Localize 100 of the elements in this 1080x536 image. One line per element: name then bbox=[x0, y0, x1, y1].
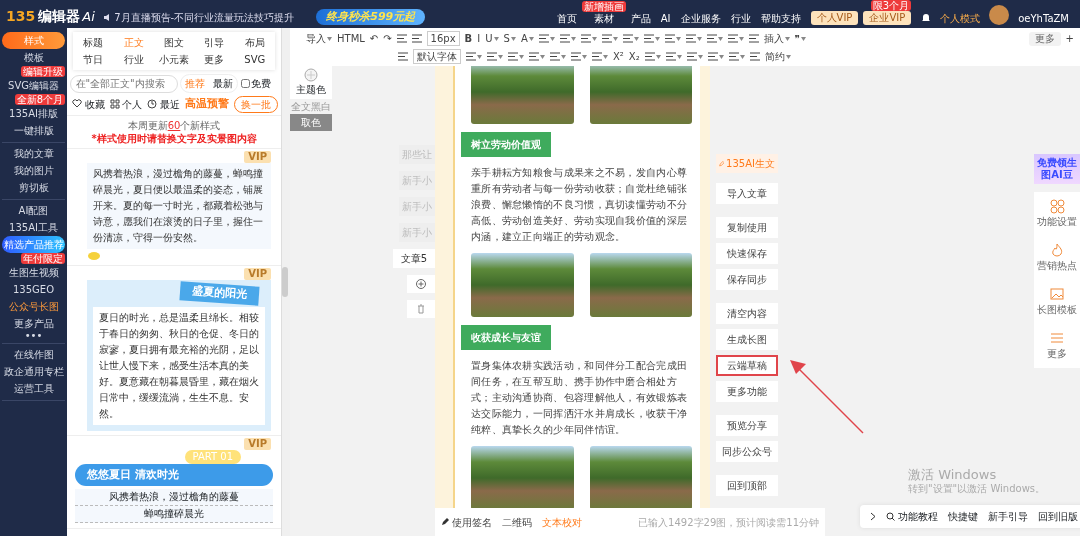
more-button[interactable]: 更多 bbox=[1028, 31, 1061, 46]
format-icon[interactable] bbox=[550, 52, 560, 61]
side-label[interactable]: 更多 bbox=[1047, 346, 1067, 361]
toolbar-button[interactable]: X² bbox=[613, 49, 624, 64]
action-button[interactable]: 导入文章 bbox=[716, 183, 778, 204]
style-card[interactable]: VIP 风携着热浪，漫过檐角的藤蔓，蝉鸣撞碎晨光，夏日便以最温柔的姿态，铺展开来。夏的每一寸时光，都藏着松弛与诗意，愿我们在滚烫的日子里，握住一份清凉，守得一份安然。 bbox=[67, 149, 281, 266]
nav-link[interactable]: 帮助支持 bbox=[755, 12, 806, 25]
nav-link[interactable]: 素材 bbox=[588, 12, 619, 25]
nav-link[interactable]: 产品 bbox=[625, 12, 656, 25]
vip-button[interactable]: 企业VIP bbox=[863, 11, 912, 25]
nav-item[interactable]: 135AI工具 bbox=[2, 219, 65, 236]
format-icon[interactable] bbox=[466, 52, 476, 61]
vip-button[interactable]: 个人VIP bbox=[810, 11, 859, 25]
toolbar-button[interactable]: B bbox=[464, 31, 473, 46]
toolbar-button[interactable]: U bbox=[485, 31, 493, 46]
nav-item[interactable]: SVG编辑器 bbox=[2, 77, 65, 94]
format-icon[interactable] bbox=[728, 52, 739, 61]
category-tab[interactable]: 引导 bbox=[194, 34, 235, 51]
nav-link[interactable]: 行业 bbox=[725, 12, 756, 25]
caret-icon[interactable] bbox=[801, 36, 807, 41]
caret-icon[interactable] bbox=[655, 54, 661, 59]
collapse-handle[interactable] bbox=[282, 267, 288, 297]
username[interactable]: oeYhTaZM bbox=[1013, 12, 1074, 25]
caret-icon[interactable] bbox=[784, 36, 790, 41]
toolbar-button[interactable]: ↷ bbox=[383, 31, 392, 46]
format-icon[interactable] bbox=[685, 34, 696, 43]
caret-icon[interactable] bbox=[498, 54, 503, 59]
format-icon[interactable] bbox=[508, 52, 518, 61]
toolbar-button[interactable]: X₂ bbox=[628, 49, 640, 64]
filter-link[interactable]: 收藏 bbox=[84, 96, 105, 112]
format-icon[interactable] bbox=[571, 52, 581, 61]
caret-icon[interactable] bbox=[327, 36, 332, 41]
nav-item[interactable]: 政企通用专栏 bbox=[2, 363, 65, 380]
format-icon[interactable] bbox=[559, 34, 570, 43]
format-icon[interactable] bbox=[749, 52, 760, 61]
caret-icon[interactable] bbox=[654, 36, 660, 41]
caret-icon[interactable] bbox=[582, 54, 587, 59]
format-icon[interactable] bbox=[644, 52, 655, 61]
side-label[interactable]: 营销热点 bbox=[1037, 258, 1077, 273]
format-icon[interactable] bbox=[707, 52, 718, 61]
nav-item[interactable]: 剪切板 bbox=[2, 179, 65, 196]
action-button[interactable]: 同步公众号 bbox=[716, 441, 778, 462]
format-icon[interactable] bbox=[592, 52, 602, 61]
color-picker-button[interactable]: 取色 bbox=[290, 114, 332, 131]
nav-item[interactable]: 模板 bbox=[2, 49, 65, 66]
nav-item[interactable]: 一键排版 bbox=[2, 122, 65, 139]
caret-icon[interactable] bbox=[561, 54, 566, 59]
caret-icon[interactable] bbox=[697, 54, 703, 59]
side-label[interactable]: 长图模板 bbox=[1037, 302, 1077, 317]
format-icon[interactable] bbox=[664, 34, 675, 43]
category-tab[interactable]: 更多 bbox=[194, 51, 235, 68]
toolbar-button[interactable]: S bbox=[503, 31, 510, 46]
help-link[interactable]: 快捷键 bbox=[947, 509, 978, 524]
format-icon[interactable] bbox=[580, 34, 591, 43]
caret-icon[interactable] bbox=[603, 54, 608, 59]
category-tab[interactable]: 小元素 bbox=[153, 51, 195, 68]
nav-item[interactable]: 135GEO bbox=[2, 281, 65, 298]
caret-icon[interactable] bbox=[510, 36, 516, 41]
action-button[interactable]: 生成长图 bbox=[716, 329, 778, 350]
caret-icon[interactable] bbox=[675, 36, 681, 41]
article-tab[interactable]: 文章5 bbox=[392, 249, 435, 268]
category-tab[interactable]: SVG bbox=[234, 51, 275, 68]
help-link[interactable]: 功能教程 bbox=[897, 509, 938, 524]
nav-link[interactable]: 首页 bbox=[551, 12, 582, 25]
category-tab[interactable]: 标题 bbox=[73, 34, 114, 51]
add-button[interactable]: + bbox=[1065, 31, 1074, 46]
action-button[interactable]: 保存同步 bbox=[716, 269, 778, 290]
action-button[interactable]: 复制使用 bbox=[716, 217, 778, 238]
action-button[interactable]: 云端草稿 bbox=[716, 355, 778, 376]
caret-icon[interactable] bbox=[718, 54, 724, 59]
toolbar-button[interactable]: I bbox=[477, 31, 481, 46]
caret-icon[interactable] bbox=[477, 54, 482, 59]
caret-icon[interactable] bbox=[633, 36, 639, 41]
format-icon[interactable] bbox=[538, 34, 549, 43]
search-field[interactable]: 在"全部正文"内搜索 bbox=[69, 74, 178, 93]
action-button[interactable]: 回到顶部 bbox=[716, 475, 778, 496]
caret-icon[interactable] bbox=[785, 54, 791, 59]
toolbar-button[interactable]: ↶ bbox=[369, 31, 379, 46]
action-button[interactable]: 预览分享 bbox=[716, 415, 778, 436]
nav-item[interactable]: 在线作图 bbox=[2, 346, 65, 363]
caret-icon[interactable] bbox=[612, 36, 618, 41]
chevron-icon[interactable] bbox=[870, 512, 876, 521]
announcement-link[interactable]: 7月直播预告-不同行业流量玩法技巧提升 bbox=[114, 10, 295, 25]
toolbar-button[interactable]: A bbox=[520, 31, 528, 46]
nav-item[interactable]: 生图生视频 bbox=[2, 264, 65, 281]
promo-card[interactable]: 免费领生图AI豆 bbox=[1034, 154, 1080, 184]
format-icon[interactable] bbox=[665, 52, 676, 61]
category-tab[interactable]: 行业 bbox=[113, 51, 154, 68]
action-button[interactable]: 更多功能 bbox=[716, 381, 778, 402]
nav-link[interactable]: 企业服务 bbox=[675, 12, 726, 25]
signature-link[interactable]: 使用签名 bbox=[451, 514, 492, 530]
format-icon[interactable] bbox=[622, 34, 633, 43]
help-link[interactable]: 新手引导 bbox=[987, 509, 1028, 524]
toolbar-button[interactable]: 插入 bbox=[763, 31, 784, 46]
add-article-button[interactable] bbox=[407, 275, 435, 293]
toolbar-select[interactable]: 默认字体 bbox=[413, 49, 461, 64]
caret-icon[interactable] bbox=[591, 36, 597, 41]
format-icon[interactable] bbox=[686, 52, 697, 61]
nav-item[interactable]: 运营工具 bbox=[2, 380, 65, 397]
free-checkbox[interactable] bbox=[240, 79, 250, 88]
